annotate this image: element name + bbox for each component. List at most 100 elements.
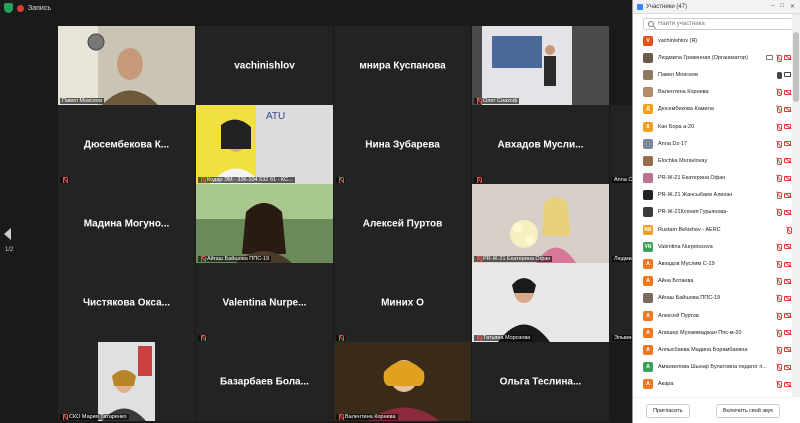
participant-row[interactable]: VN Valentina Nurpeissova — [633, 238, 793, 255]
participant-status-icons — [776, 157, 793, 165]
participant-row[interactable]: А Авхадов Муслим С-19 — [633, 255, 793, 272]
unmute-self-button[interactable]: Включить свой звук — [715, 403, 780, 418]
video-tile[interactable]: Ольга Теслина... — [472, 342, 609, 421]
participant-row[interactable]: RB Rustam Bekishev - AERC — [633, 221, 793, 238]
previous-page-arrow[interactable] — [4, 228, 11, 240]
partial-video-tile[interactable]: Людмил — [610, 184, 632, 263]
participant-row[interactable]: А Алишер Мухаммаджан Ппс-м-20 — [633, 324, 793, 341]
video-tile[interactable]: Чистякова Окса... — [58, 263, 195, 342]
participant-row[interactable]: PR-Ж-21Ксения Гурьянова- — [633, 204, 793, 221]
participant-row[interactable]: А Акара — [633, 376, 793, 393]
muted-mic-icon — [476, 335, 482, 341]
video-tile[interactable]: Valentina Nurpe... — [196, 263, 333, 342]
video-tile[interactable]: Мадина Могуно... — [58, 184, 195, 263]
video-tile[interactable]: Авхадов Мусли... — [472, 105, 609, 184]
gallery-view: 1/2 Павел Моисеев vachinishlov мнира Куспа… — [0, 16, 632, 423]
tile-participant-name: Алексей Пуртов — [362, 218, 443, 229]
close-button[interactable]: ✕ — [790, 3, 795, 10]
camera-off-icon — [784, 124, 791, 130]
participant-row[interactable]: Д Дюсембекова Камила — [633, 101, 793, 118]
video-tile[interactable]: Валентина Корнева — [334, 342, 471, 421]
avatar — [643, 138, 653, 149]
participant-row[interactable]: Валентина Корнева — [633, 84, 793, 101]
participant-name: Elochka Muravlovay — [658, 157, 708, 164]
participant-row[interactable]: Vvachinishlov (Я) — [633, 32, 793, 49]
participant-row[interactable]: Айгаш Байшова ППС-19 — [633, 290, 793, 307]
participant-row[interactable]: К Кан Бора а-20 — [633, 118, 793, 135]
mic-muted-icon — [776, 106, 782, 114]
video-tile[interactable]: Алексей Пуртов — [334, 184, 471, 263]
tile-label-text: Павел Моисеев — [62, 98, 103, 104]
shield-icon[interactable] — [4, 3, 13, 13]
tile-participant-name: Базарбаев Бола... — [220, 376, 309, 387]
camera-off-icon — [784, 330, 791, 336]
partial-video-tile[interactable]: Эльвин — [610, 263, 632, 342]
video-tile[interactable]: мнира Куспанова — [334, 26, 471, 105]
video-tile[interactable]: Татьяна Морозова — [472, 263, 609, 342]
tile-label-text: Anna C — [614, 177, 632, 183]
video-tile[interactable]: Миних О — [334, 263, 471, 342]
participant-search[interactable] — [643, 18, 794, 30]
participant-status-icons — [776, 312, 793, 320]
video-tile[interactable]: Павел Моисеев — [58, 26, 195, 105]
tile-label: Людмил — [612, 256, 632, 262]
shared-video-icon — [766, 55, 773, 61]
avatar — [643, 52, 653, 63]
avatar: К — [643, 121, 653, 132]
tile-label: Олег Сиахоф — [474, 98, 520, 104]
partial-video-tile[interactable]: Anna C — [610, 105, 632, 184]
tile-participant-name: Ольга Теслина... — [499, 376, 582, 387]
maximize-button[interactable]: □ — [780, 3, 784, 10]
panel-titlebar: Участники (47) – □ ✕ — [633, 0, 800, 14]
mic-muted-icon — [776, 89, 782, 97]
participant-row[interactable]: Anna Dz-17 — [633, 135, 793, 152]
video-tile[interactable]: СКО Мария Татаренко — [58, 342, 195, 421]
search-input[interactable] — [658, 21, 778, 27]
mic-muted-icon — [776, 312, 782, 320]
participant-status-icons — [776, 140, 793, 148]
camera-off-icon — [784, 381, 791, 387]
tile-label: Anna C — [612, 177, 632, 183]
participant-status-icons — [766, 54, 793, 62]
participant-row[interactable]: А Алпысбаева Мадина Борамбаевна — [633, 341, 793, 358]
video-tile[interactable]: Айгаш Байшова ППС-19 — [196, 184, 333, 263]
scrollbar-thumb[interactable] — [793, 32, 799, 102]
tile-participant-name: vachinishlov — [234, 60, 295, 71]
minimize-button[interactable]: – — [771, 3, 774, 10]
scrollbar[interactable] — [792, 14, 800, 397]
tile-label: PR-Ж-21 Екатерина Офан — [474, 256, 553, 262]
invite-button[interactable]: Пригласить — [646, 403, 690, 418]
participant-row[interactable]: Elochka Muravlovay — [633, 152, 793, 169]
muted-mic-icon — [62, 177, 68, 183]
participant-row[interactable]: А Алексей Пуртов — [633, 307, 793, 324]
camera-off-icon — [784, 192, 791, 198]
participant-status-icons — [776, 346, 793, 354]
video-tile[interactable]: Дюсембекова К... — [58, 105, 195, 184]
tile-label: Кодар ЭМ - 336-104 632 б1 - КС... — [198, 177, 295, 183]
video-tile[interactable]: PR-Ж-21 Екатерина Офан — [472, 184, 609, 263]
video-tile[interactable]: ATU Кодар ЭМ - 336-104 632 б1 - КС... — [196, 105, 333, 184]
participant-row[interactable]: А Аманкелова Шынар Булатовна педагог п... — [633, 359, 793, 376]
participant-row[interactable]: А Айна Ботаева — [633, 273, 793, 290]
avatar: А — [643, 276, 653, 287]
tile-label — [60, 177, 69, 183]
participant-name: Людмила Гревенная (Организатор) — [658, 54, 748, 61]
participant-row[interactable]: Людмила Гревенная (Организатор) — [633, 49, 793, 66]
mic-muted-icon — [776, 140, 782, 148]
participant-row[interactable]: PR-Ж-21 Екатерина Офан — [633, 170, 793, 187]
participant-status-icons — [776, 261, 793, 269]
participant-row[interactable]: Павел Моисеев — [633, 66, 793, 83]
tile-label-text: СКО Мария Татаренко — [69, 414, 127, 420]
video-tile[interactable]: Базарбаев Бола... — [196, 342, 333, 421]
camera-off-icon — [784, 261, 791, 267]
participant-row[interactable]: PR-Ж-21 Жансыбаев Алихан — [633, 187, 793, 204]
avatar: V — [643, 35, 653, 46]
participant-name: Кан Бора а-20 — [658, 123, 695, 130]
video-tile[interactable]: Олег Сиахоф — [472, 26, 609, 105]
video-tile[interactable]: Нина Зубарева — [334, 105, 471, 184]
participant-name: Дюсембекова Камила — [658, 106, 714, 113]
video-tile[interactable]: vachinishlov — [196, 26, 333, 105]
tile-label: Татьяна Морозова — [474, 335, 533, 341]
participant-name: Акара — [658, 381, 674, 388]
tile-label: Павел Моисеев — [60, 98, 105, 104]
